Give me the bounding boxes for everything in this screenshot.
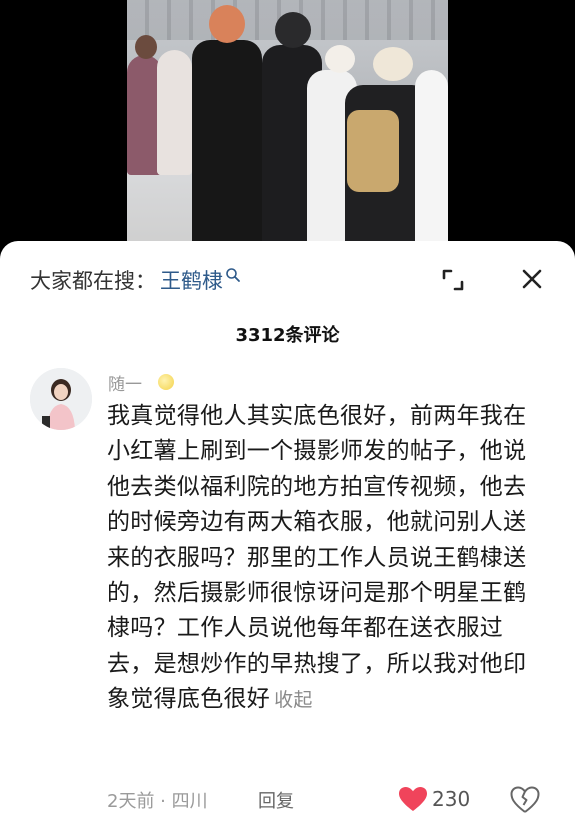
comment-body: 我真觉得他人其实底色很好，前两年我在小红薯上刷到一个摄影师发的帖子，他说他去类似… (107, 399, 537, 719)
heart-filled-icon[interactable] (398, 786, 428, 812)
reply-button[interactable]: 回复 (258, 787, 294, 813)
broken-heart-icon[interactable] (510, 786, 540, 814)
expand-icon[interactable] (440, 267, 466, 293)
search-term-link[interactable]: 王鹤棣 (160, 265, 223, 295)
video-player[interactable] (0, 0, 575, 250)
video-frame (127, 0, 448, 245)
video-person-backpack (347, 110, 399, 192)
like-count: 230 (432, 787, 471, 811)
video-person-head (325, 45, 355, 73)
video-person (415, 70, 448, 245)
video-person-head (209, 5, 245, 43)
trending-search-bar[interactable]: 大家都在搜： 王鹤棣 (30, 265, 241, 295)
sun-emoji-icon (158, 374, 174, 390)
search-prefix-label: 大家都在搜： (30, 269, 156, 293)
video-person (192, 40, 262, 245)
avatar-image (30, 368, 92, 430)
collapse-button[interactable]: 收起 (274, 689, 313, 711)
avatar[interactable] (30, 368, 92, 430)
search-icon (226, 268, 240, 282)
comment-sheet: 大家都在搜： 王鹤棣 3312条评论 随一 我真觉得他人其实底色很好，前两年我在… (0, 241, 575, 828)
video-person-head (275, 12, 311, 48)
comment-meta: 2天前 · 四川 (107, 791, 208, 812)
comment-username[interactable]: 随一 (108, 370, 142, 395)
video-person-head (135, 35, 157, 59)
comment-count-title: 3312条评论 (235, 325, 340, 346)
video-person (157, 50, 192, 175)
comment-text: 我真觉得他人其实底色很好，前两年我在小红薯上刷到一个摄影师发的帖子，他说他去类似… (107, 403, 527, 713)
video-person-head (373, 47, 413, 81)
close-icon[interactable] (520, 267, 544, 291)
